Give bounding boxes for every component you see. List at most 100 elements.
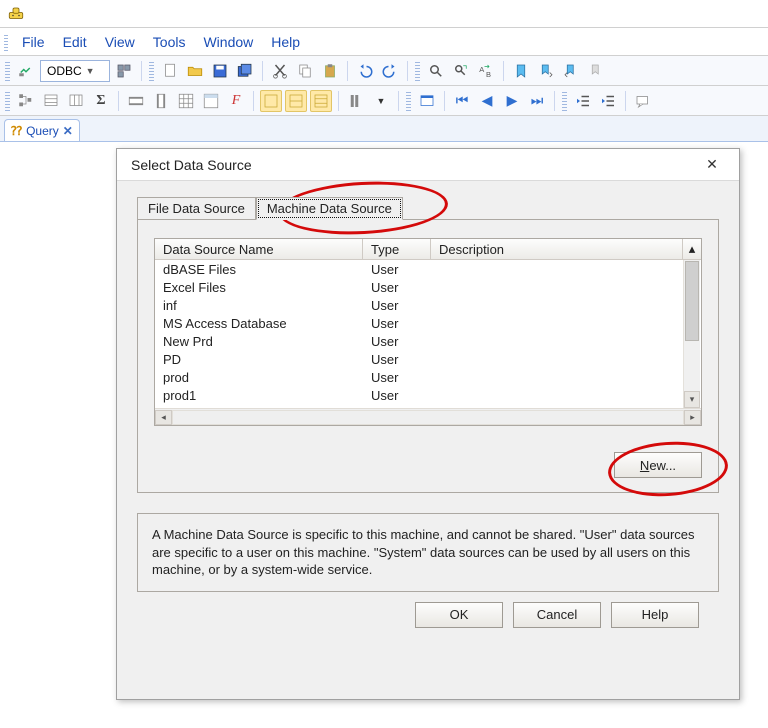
close-icon[interactable]: ✕: [63, 124, 73, 138]
view-mode-1-icon[interactable]: [260, 90, 282, 112]
save-all-icon[interactable]: [234, 60, 256, 82]
datasource-combo[interactable]: ODBC ▼: [40, 60, 110, 82]
form-icon[interactable]: [40, 90, 62, 112]
menu-window[interactable]: Window: [195, 33, 261, 51]
copy-icon[interactable]: [294, 60, 316, 82]
scroll-up-icon[interactable]: ▴: [683, 239, 701, 259]
list-header: Data Source Name Type Description ▴: [155, 239, 701, 260]
toolbar-grip: [5, 61, 10, 81]
catalog-icon[interactable]: [113, 60, 135, 82]
bookmark-prev-icon[interactable]: [560, 60, 582, 82]
connect-icon[interactable]: [15, 60, 37, 82]
indent-icon[interactable]: [597, 90, 619, 112]
menu-file[interactable]: File: [14, 33, 53, 51]
toolbar-grip: [415, 61, 420, 81]
ok-button[interactable]: OK: [415, 602, 503, 628]
dropdown-icon[interactable]: ▼: [370, 90, 392, 112]
dialog-tabs: File Data Source Machine Data Source: [137, 195, 719, 219]
tab-query[interactable]: ⁇ Query ✕: [4, 119, 80, 141]
data-source-list[interactable]: Data Source Name Type Description ▴ dBAS…: [154, 238, 702, 426]
description-box: A Machine Data Source is specific to thi…: [137, 513, 719, 592]
scroll-down-icon[interactable]: ▾: [684, 391, 700, 408]
chevron-down-icon: ▼: [86, 66, 95, 76]
find-icon[interactable]: [425, 60, 447, 82]
new-file-icon[interactable]: [159, 60, 181, 82]
table-row[interactable]: prodUser: [155, 368, 701, 386]
select-data-source-dialog: Select Data Source ✕ File Data Source Ma…: [116, 148, 740, 700]
scroll-left-icon[interactable]: ◂: [155, 410, 172, 425]
cell-name: prod: [155, 370, 363, 385]
new-button[interactable]: New...: [614, 452, 702, 478]
view-mode-2-icon[interactable]: [285, 90, 307, 112]
columns-icon[interactable]: [345, 90, 367, 112]
nav-prev-icon[interactable]: ◀: [476, 90, 498, 112]
film-h-icon[interactable]: [125, 90, 147, 112]
app-logo-icon: [4, 2, 28, 26]
cell-name: PD: [155, 352, 363, 367]
find-next-icon[interactable]: [450, 60, 472, 82]
bookmark-next-icon[interactable]: [535, 60, 557, 82]
menubar-grip: [4, 33, 8, 51]
tree-icon[interactable]: [15, 90, 37, 112]
table-row[interactable]: New PrdUser: [155, 332, 701, 350]
vertical-scrollbar[interactable]: ▾: [683, 260, 700, 408]
table-row[interactable]: prod1User: [155, 386, 701, 404]
table-row[interactable]: dBASE FilesUser: [155, 260, 701, 278]
table-row[interactable]: infUser: [155, 296, 701, 314]
film-v-icon[interactable]: [150, 90, 172, 112]
tab-file-data-source[interactable]: File Data Source: [137, 197, 256, 220]
table-row[interactable]: PDUser: [155, 350, 701, 368]
menu-tools[interactable]: Tools: [145, 33, 194, 51]
scrollbar-thumb[interactable]: [685, 261, 699, 341]
cell-name: inf: [155, 298, 363, 313]
horizontal-scrollbar[interactable]: ◂ ▸: [155, 408, 701, 425]
redo-icon[interactable]: [379, 60, 401, 82]
replace-icon[interactable]: AB: [475, 60, 497, 82]
undo-icon[interactable]: [354, 60, 376, 82]
table-row[interactable]: MS Access DatabaseUser: [155, 314, 701, 332]
menu-edit[interactable]: Edit: [55, 33, 95, 51]
scroll-right-icon[interactable]: ▸: [684, 410, 701, 425]
nav-first-icon[interactable]: ⏮: [451, 90, 473, 112]
cell-name: MS Access Database: [155, 316, 363, 331]
grid-icon[interactable]: [175, 90, 197, 112]
sigma-icon[interactable]: Σ: [90, 90, 112, 112]
cell-type: User: [363, 388, 431, 403]
close-icon[interactable]: ✕: [695, 153, 729, 177]
cell-name: Excel Files: [155, 280, 363, 295]
nav-next-icon[interactable]: ▶: [501, 90, 523, 112]
menu-view[interactable]: View: [97, 33, 143, 51]
cancel-button[interactable]: Cancel: [513, 602, 601, 628]
view-mode-3-icon[interactable]: [310, 90, 332, 112]
menu-help[interactable]: Help: [263, 33, 308, 51]
cut-icon[interactable]: [269, 60, 291, 82]
table-row[interactable]: Excel FilesUser: [155, 278, 701, 296]
help-button[interactable]: Help: [611, 602, 699, 628]
tab-query-label: Query: [26, 124, 59, 138]
dialog-button-row: OK Cancel Help: [137, 592, 719, 628]
col-header-type[interactable]: Type: [363, 239, 431, 259]
outdent-icon[interactable]: [572, 90, 594, 112]
col-header-desc[interactable]: Description: [431, 239, 683, 259]
bookmark-toggle-icon[interactable]: [510, 60, 532, 82]
comment-icon[interactable]: [632, 90, 654, 112]
layout-icon[interactable]: [200, 90, 222, 112]
tab-machine-data-source[interactable]: Machine Data Source: [256, 197, 403, 220]
window-icon[interactable]: [416, 90, 438, 112]
toolbar-grip: [562, 91, 567, 111]
cell-name: New Prd: [155, 334, 363, 349]
cell-type: User: [363, 280, 431, 295]
open-folder-icon[interactable]: [184, 60, 206, 82]
toolbar-row-2: Σ F ▼ ⏮ ◀ ▶ ⏭: [0, 86, 768, 116]
col-header-name[interactable]: Data Source Name: [155, 239, 363, 259]
function-icon[interactable]: F: [225, 90, 247, 112]
save-icon[interactable]: [209, 60, 231, 82]
cell-type: User: [363, 298, 431, 313]
fields-icon[interactable]: [65, 90, 87, 112]
paste-icon[interactable]: [319, 60, 341, 82]
dialog-titlebar: Select Data Source ✕: [117, 149, 739, 181]
menubar: File Edit View Tools Window Help: [0, 28, 768, 56]
nav-last-icon[interactable]: ⏭: [526, 90, 548, 112]
cell-type: User: [363, 316, 431, 331]
bookmark-clear-icon[interactable]: [585, 60, 607, 82]
